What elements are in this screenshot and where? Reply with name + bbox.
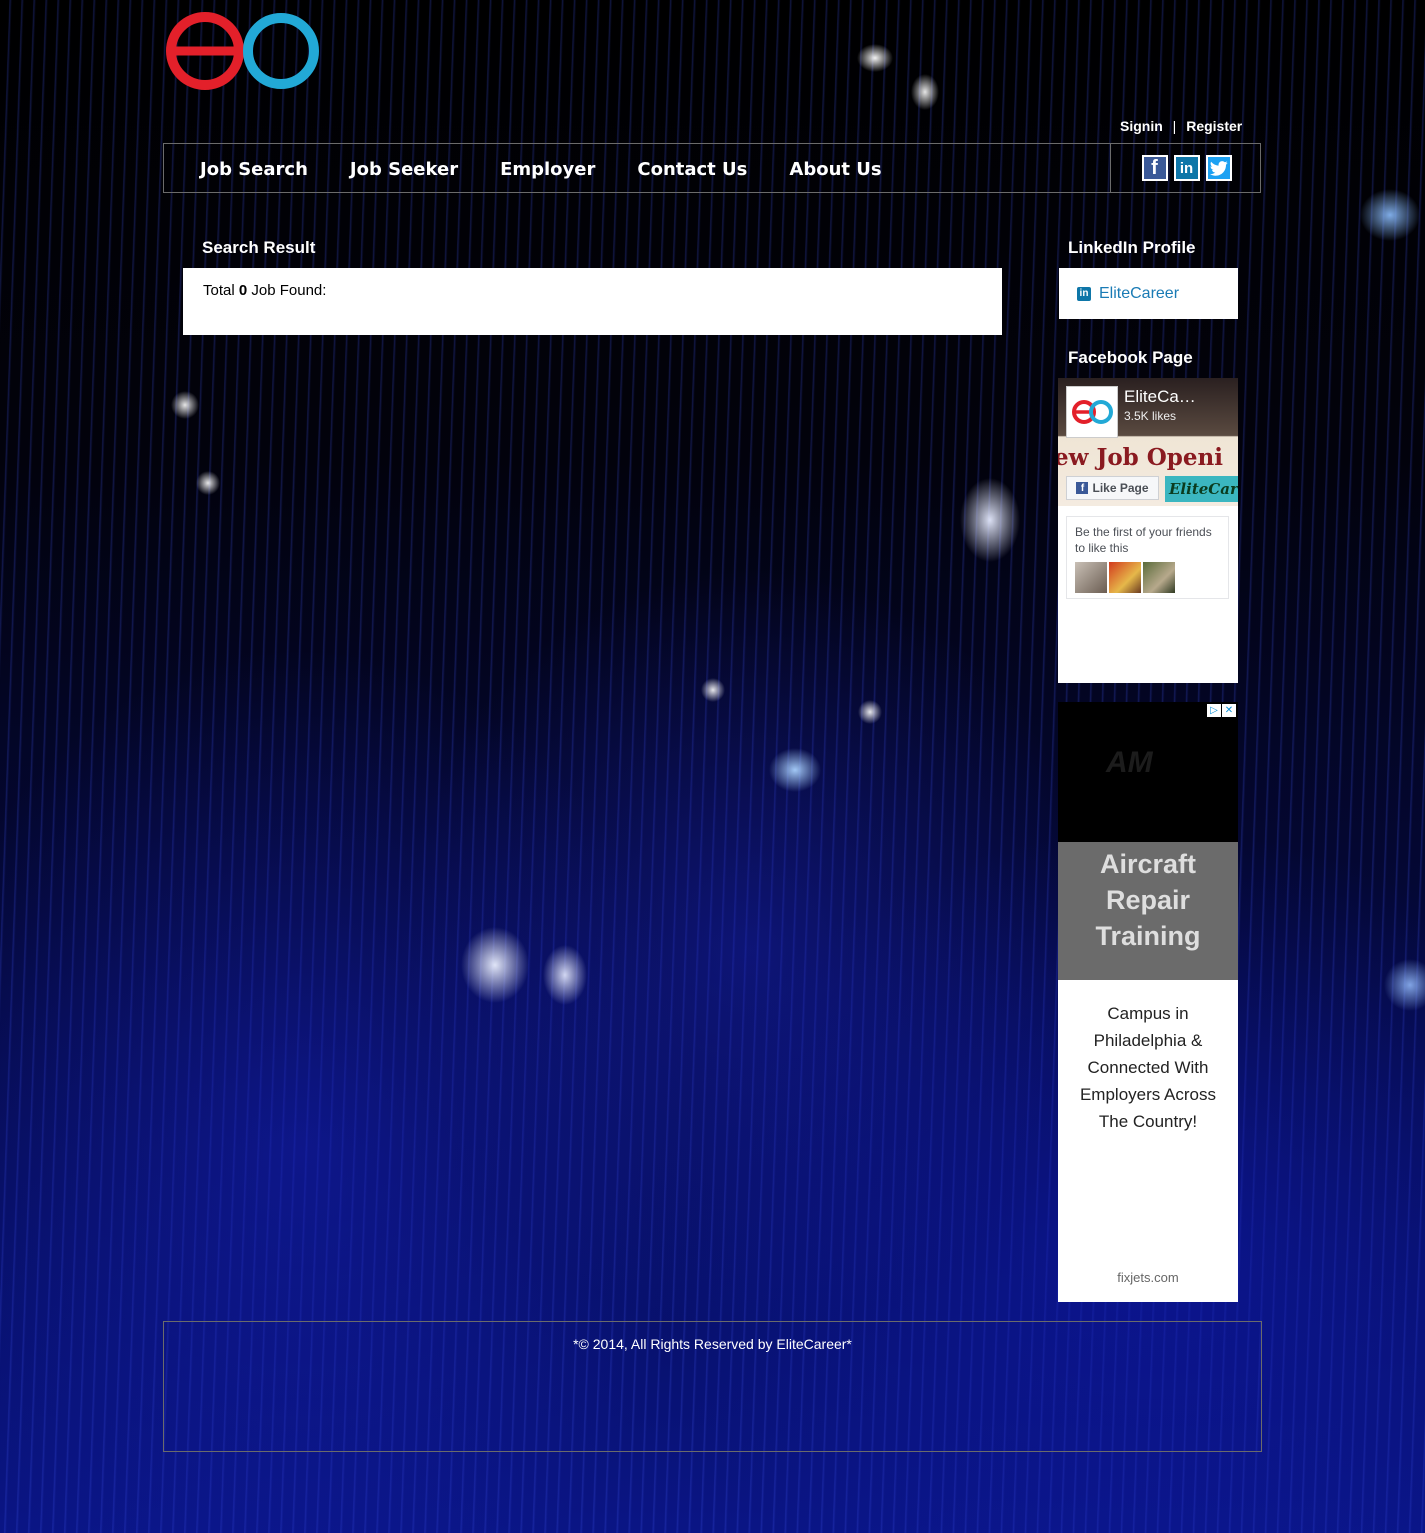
ad-headline-line: Training: [1095, 921, 1201, 951]
ad-domain[interactable]: fixjets.com: [1058, 1270, 1238, 1285]
facebook-cover-headline: ew Job Openi: [1058, 444, 1223, 471]
total-suffix: Job Found:: [251, 282, 327, 299]
facebook-f-icon: f: [1076, 482, 1089, 494]
nav-job-seeker[interactable]: Job Seeker: [350, 159, 458, 180]
search-result-title: Search Result: [202, 238, 316, 257]
search-result-panel: Total 0 Job Found:: [183, 268, 1002, 335]
nav-employer[interactable]: Employer: [500, 159, 595, 180]
nav-about-us[interactable]: About Us: [789, 159, 881, 180]
advertisement[interactable]: AM ▷ ✕ Aircraft Repair Training Campus i…: [1058, 702, 1238, 1302]
nav-menu: Job Search Job Seeker Employer Contact U…: [200, 144, 924, 194]
linkedin-profile-link[interactable]: EliteCareer: [1099, 285, 1179, 303]
facebook-page-name[interactable]: EliteCa…: [1124, 387, 1196, 407]
like-page-label: Like Page: [1092, 481, 1149, 495]
linkedin-icon[interactable]: in: [1173, 155, 1200, 181]
facebook-like-count: 3.5K likes: [1124, 409, 1177, 423]
linkedin-profile-panel: in EliteCareer: [1059, 268, 1238, 319]
total-prefix: Total: [203, 282, 235, 299]
signin-link[interactable]: Signin: [1120, 118, 1163, 134]
avatar[interactable]: [1075, 562, 1107, 593]
auth-separator: |: [1172, 118, 1177, 134]
nav-contact-us[interactable]: Contact Us: [637, 159, 747, 180]
linkedin-small-icon: in: [1077, 286, 1091, 301]
ad-controls: ▷ ✕: [1207, 704, 1236, 717]
social-links: f in: [1110, 144, 1262, 192]
facebook-page-avatar[interactable]: [1066, 386, 1118, 438]
ad-close-icon[interactable]: ✕: [1222, 704, 1236, 717]
register-link[interactable]: Register: [1186, 118, 1242, 134]
facebook-page-title: Facebook Page: [1068, 348, 1193, 367]
eo-ring-logo[interactable]: [165, 8, 323, 94]
linkedin-profile-title: LinkedIn Profile: [1068, 238, 1196, 257]
twitter-icon[interactable]: [1205, 155, 1232, 181]
ad-headline-line: Aircraft: [1099, 849, 1197, 879]
facebook-friends-box: Be the first of your friends to like thi…: [1066, 516, 1229, 599]
nav-job-search[interactable]: Job Search: [200, 159, 308, 180]
copyright-text: *© 2014, All Rights Reserved by EliteCar…: [573, 1336, 852, 1352]
facebook-icon[interactable]: f: [1141, 155, 1168, 181]
facebook-page-widget: ew Job Openi EliteCa… 3.5K likes f Like …: [1058, 378, 1238, 683]
friend-avatars: [1075, 562, 1175, 593]
auth-links: Signin | Register: [1120, 118, 1242, 134]
facebook-like-page-button[interactable]: f Like Page: [1066, 476, 1159, 500]
job-count: 0: [238, 282, 248, 299]
ad-headline-line: Repair: [1105, 885, 1191, 915]
main-navbar: Job Search Job Seeker Employer Contact U…: [163, 143, 1261, 193]
ad-body-text: Campus in Philadelphia & Connected With …: [1079, 1004, 1217, 1131]
adchoices-icon[interactable]: ▷: [1207, 704, 1221, 717]
avatar[interactable]: [1143, 562, 1175, 593]
facebook-friends-text: Be the first of your friends to like thi…: [1075, 525, 1212, 555]
page-footer: *© 2014, All Rights Reserved by EliteCar…: [163, 1321, 1262, 1452]
avatar[interactable]: [1109, 562, 1141, 593]
facebook-cover-brand-tag: EliteCar: [1165, 476, 1238, 502]
ad-headline: Aircraft Repair Training: [1058, 842, 1238, 980]
ad-logo-text: AM: [1106, 746, 1153, 779]
ad-logo-area: AM: [1058, 702, 1238, 842]
